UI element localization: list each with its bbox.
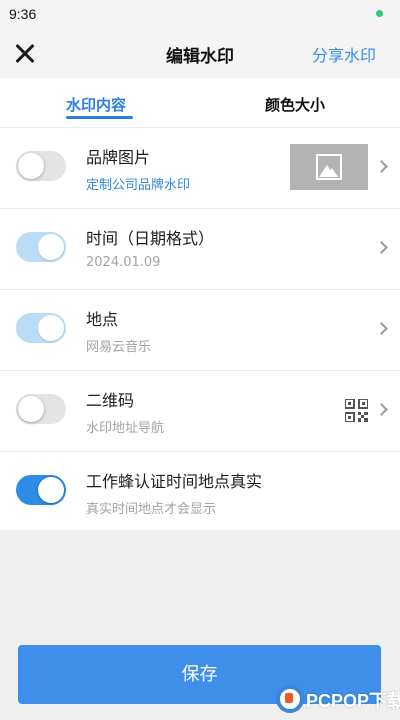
time-toggle[interactable] <box>16 232 66 262</box>
tab-bar: 水印内容 颜色大小 <box>0 78 400 128</box>
row-time[interactable]: 时间（日期格式） 2024.01.09 <box>0 209 400 290</box>
tab-color-size[interactable]: 颜色大小 <box>265 94 325 115</box>
image-placeholder-icon <box>316 154 342 180</box>
pcpop-logo-icon <box>276 685 304 713</box>
brand-image-toggle[interactable] <box>16 151 66 181</box>
qr-code-toggle[interactable] <box>16 394 66 424</box>
toggle-knob <box>18 396 44 422</box>
settings-list: 品牌图片 定制公司品牌水印 时间（日期格式） 2024.01.09 地点 网易云… <box>0 128 400 530</box>
status-indicator-icon <box>376 10 383 17</box>
share-watermark-button[interactable]: 分享水印 <box>312 42 376 66</box>
row-title: 品牌图片 <box>86 148 151 167</box>
row-subtitle: 真实时间地点才会显示 <box>86 502 217 517</box>
status-time: 9:36 <box>9 6 37 22</box>
row-location[interactable]: 地点 网易云音乐 <box>0 290 400 371</box>
chevron-right-icon <box>375 322 388 335</box>
qr-code-icon <box>345 399 368 422</box>
row-title: 工作蜂认证时间地点真实 <box>86 472 263 491</box>
chevron-right-icon <box>375 160 388 173</box>
toggle-knob <box>38 234 64 260</box>
toggle-knob <box>38 477 64 503</box>
watermark-text: PCPOP下载 <box>306 691 400 711</box>
row-subtitle: 2024.01.09 <box>86 255 161 270</box>
row-title: 二维码 <box>86 391 135 410</box>
row-verified-time-location[interactable]: 工作蜂认证时间地点真实 真实时间地点才会显示 <box>0 452 400 530</box>
row-subtitle: 水印地址导航 <box>86 421 165 436</box>
toggle-knob <box>18 153 44 179</box>
header: 编辑水印 分享水印 <box>0 28 400 78</box>
row-qr-code[interactable]: 二维码 水印地址导航 <box>0 371 400 452</box>
chevron-right-icon <box>375 403 388 416</box>
status-bar: 9:36 <box>0 0 400 28</box>
row-subtitle[interactable]: 定制公司品牌水印 <box>86 174 190 193</box>
location-toggle[interactable] <box>16 313 66 343</box>
tab-watermark-content[interactable]: 水印内容 <box>66 94 126 115</box>
verified-time-location-toggle[interactable] <box>16 475 66 505</box>
active-tab-indicator <box>66 116 133 119</box>
brand-image-placeholder[interactable] <box>290 144 368 190</box>
toggle-knob <box>38 315 64 341</box>
row-title: 地点 <box>86 310 119 329</box>
row-title: 时间（日期格式） <box>86 229 215 248</box>
row-brand-image[interactable]: 品牌图片 定制公司品牌水印 <box>0 128 400 209</box>
chevron-right-icon <box>375 241 388 254</box>
row-subtitle: 网易云音乐 <box>86 340 152 355</box>
